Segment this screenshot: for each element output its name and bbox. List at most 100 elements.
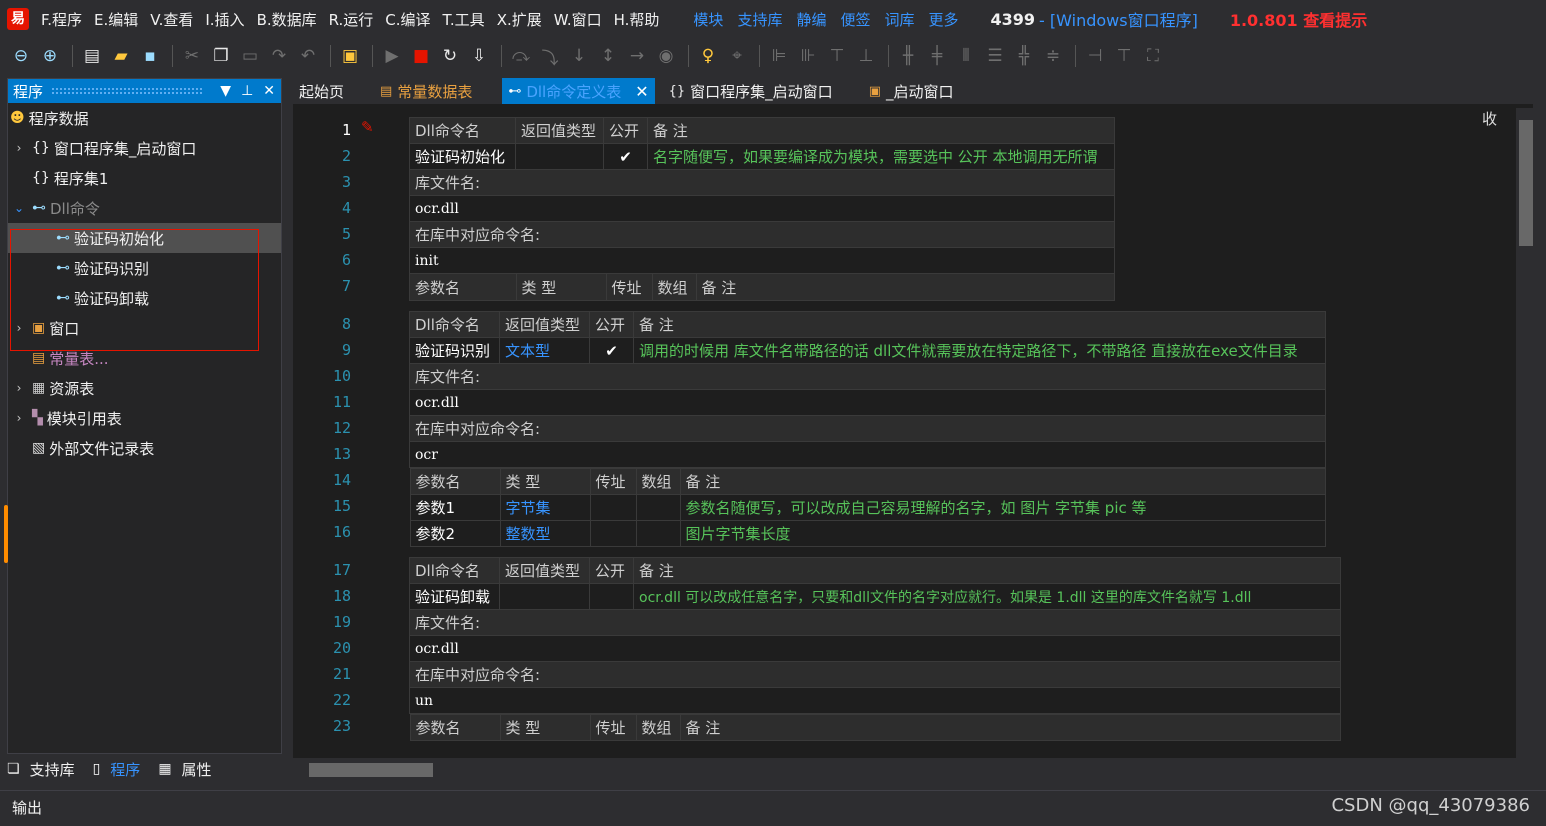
menu-view[interactable]: V.查看 <box>150 9 193 30</box>
copy-icon[interactable]: ❐ <box>208 43 234 69</box>
lib-value-cell[interactable]: ocr.dll <box>409 389 1326 416</box>
paste-icon[interactable]: ▭ <box>237 43 263 69</box>
vertical-scroll-thumb[interactable] <box>1519 120 1533 246</box>
param-note-cell[interactable]: 图片字节集长度 <box>679 520 1326 547</box>
return-type-cell[interactable] <box>515 143 604 170</box>
tree-item-assembly1[interactable]: {} 程序集1 <box>8 163 281 193</box>
save-icon[interactable]: ▪ <box>137 43 163 69</box>
menu-edit[interactable]: E.编辑 <box>94 9 138 30</box>
collapse-arrow-icon[interactable]: ⌄ <box>12 201 26 215</box>
return-type-cell[interactable] <box>499 583 590 610</box>
public-check-cell[interactable]: ✔ <box>603 143 648 170</box>
public-check-cell[interactable]: ✔ <box>589 337 634 364</box>
distribute-v-icon[interactable]: ⊤ <box>1111 43 1137 69</box>
version-link[interactable]: 1.0.801 查看提示 <box>1230 7 1367 31</box>
param-type-cell[interactable]: 字节集 <box>499 494 591 521</box>
menu-run[interactable]: R.运行 <box>329 9 374 30</box>
spacing-v-icon[interactable]: ≑ <box>1040 43 1066 69</box>
param-note-cell[interactable]: 参数名随便写，可以改成自己容易理解的名字，如 图片 字节集 pic 等 <box>679 494 1326 521</box>
expand-arrow-icon[interactable]: › <box>12 411 26 425</box>
redo-icon[interactable]: ↷ <box>266 43 292 69</box>
link-notes[interactable]: 便签 <box>840 9 870 30</box>
code-editor[interactable]: ✎ 1 2 3 4 5 6 7 8 9 10 11 12 13 14 15 16 17 18 19 20 21 22 23 … <box>293 104 1533 758</box>
tab-constants[interactable]: ▤ 常量数据表 <box>374 78 478 104</box>
param-array-cell[interactable] <box>635 520 681 547</box>
tab-support-lib[interactable]: ❏ 支持库 <box>7 759 75 780</box>
jump-icon[interactable]: → <box>624 43 650 69</box>
tab-program[interactable]: ▯ 程序 <box>93 759 141 780</box>
note-cell[interactable]: 名字随便写，如果要编译成为模块，需要选中 公开 本地调用无所谓 <box>647 143 1115 170</box>
menu-tools[interactable]: T.工具 <box>443 9 485 30</box>
entry-value-cell[interactable]: ocr <box>409 441 1326 468</box>
undo-icon[interactable]: ↶ <box>295 43 321 69</box>
close-tab-icon[interactable]: ✕ <box>635 82 648 101</box>
menu-extend[interactable]: X.扩展 <box>497 9 542 30</box>
public-check-cell[interactable] <box>589 583 634 610</box>
distribute-h-icon[interactable]: ⊣ <box>1082 43 1108 69</box>
compile-icon[interactable]: ⇩ <box>466 43 492 69</box>
dropdown-icon[interactable]: ▼ <box>220 83 231 99</box>
tab-properties[interactable]: ▦ 属性 <box>158 759 211 780</box>
same-height-icon[interactable]: ☰ <box>982 43 1008 69</box>
menu-compile[interactable]: C.编译 <box>385 9 430 30</box>
tab-startup-window[interactable]: ▣ _启动窗口 <box>863 78 960 104</box>
stop-icon[interactable]: ■ <box>408 43 434 69</box>
link-more[interactable]: 更多 <box>929 9 959 30</box>
horizontal-scrollbar[interactable] <box>293 760 1533 780</box>
expand-arrow-icon[interactable]: › <box>12 381 26 395</box>
run-icon[interactable]: ▶ <box>379 43 405 69</box>
back-icon[interactable]: ⊖ <box>8 43 34 69</box>
param-row[interactable]: 参数2 整数型 图片字节集长度 <box>409 520 1326 547</box>
param-type-cell[interactable]: 整数型 <box>499 520 591 547</box>
open-folder-icon[interactable]: ▰ <box>108 43 134 69</box>
menu-database[interactable]: B.数据库 <box>257 9 317 30</box>
vertical-scrollbar[interactable] <box>1516 108 1536 758</box>
tab-start-page[interactable]: 起始页 <box>293 78 350 104</box>
close-icon[interactable]: ✕ <box>263 83 275 99</box>
expand-arrow-icon[interactable]: › <box>12 141 26 155</box>
link-module[interactable]: 模块 <box>693 9 723 30</box>
dll-definition-area[interactable]: Dll命令名 返回值类型 公开 备 注 验证码初始化 ✔ 名字随便写，如果要编译… <box>381 104 1517 758</box>
step-down-icon[interactable]: ↓ <box>566 43 592 69</box>
tree-item-module-refs[interactable]: › ▚ 模块引用表 <box>8 403 281 433</box>
entry-value-cell[interactable]: un <box>409 687 1341 714</box>
entry-value-cell[interactable]: init <box>409 247 1115 274</box>
new-file-icon[interactable]: ▤ <box>79 43 105 69</box>
align-top-icon[interactable]: ⊤ <box>824 43 850 69</box>
tab-window-assembly[interactable]: {} 窗口程序集_启动窗口 <box>663 78 839 104</box>
menu-help[interactable]: H.帮助 <box>614 9 660 30</box>
note-cell[interactable]: 调用的时候用 库文件名带路径的话 dll文件就需要放在特定路径下，不带路径 直接… <box>633 337 1326 364</box>
dll-name-cell[interactable]: 验证码卸载 <box>409 583 500 610</box>
lightbulb-icon[interactable]: ♀ <box>695 43 721 69</box>
fullscreen-icon[interactable]: ⛶ <box>1140 43 1166 69</box>
dll-name-cell[interactable]: 验证码识别 <box>409 337 500 364</box>
link-dictionary[interactable]: 词库 <box>884 9 914 30</box>
tree-item-dll[interactable]: ⌄ ⊷ Dll命令 <box>8 193 281 223</box>
param-array-cell[interactable] <box>635 494 681 521</box>
spacing-h-icon[interactable]: ╬ <box>1011 43 1037 69</box>
restart-icon[interactable]: ↻ <box>437 43 463 69</box>
horizontal-scroll-thumb[interactable] <box>309 763 433 777</box>
menu-program[interactable]: F.程序 <box>41 9 82 30</box>
menu-insert[interactable]: I.插入 <box>205 9 244 30</box>
pin-icon[interactable]: ⊥ <box>241 83 253 99</box>
link-static[interactable]: 静编 <box>796 9 826 30</box>
align-bottom-icon[interactable]: ⊥ <box>853 43 879 69</box>
align-left-icon[interactable]: ⊫ <box>766 43 792 69</box>
tree-root[interactable]: ☻ 程序数据 <box>8 103 281 133</box>
breakpoint-icon[interactable]: ◉ <box>653 43 679 69</box>
center-v-icon[interactable]: ╪ <box>924 43 950 69</box>
same-width-icon[interactable]: ⦀ <box>953 43 979 69</box>
step-over-icon[interactable]: ⤼ <box>508 43 534 69</box>
param-byref-cell[interactable] <box>589 494 637 521</box>
locate-icon[interactable]: ⌖ <box>724 43 750 69</box>
tree-item-external-files[interactable]: ▧ 外部文件记录表 <box>8 433 281 463</box>
menu-window[interactable]: W.窗口 <box>554 9 602 30</box>
step-into-icon[interactable]: ⤵ <box>537 43 563 69</box>
param-byref-cell[interactable] <box>589 520 637 547</box>
align-right-icon[interactable]: ⊪ <box>795 43 821 69</box>
note-cell[interactable]: ocr.dll 可以改成任意名字，只要和dll文件的名字对应就行。如果是 1.d… <box>633 583 1341 610</box>
tab-dll-definitions[interactable]: ⊷ Dll命令定义表 ✕ <box>502 78 655 104</box>
center-h-icon[interactable]: ╫ <box>895 43 921 69</box>
lib-value-cell[interactable]: ocr.dll <box>409 635 1341 662</box>
